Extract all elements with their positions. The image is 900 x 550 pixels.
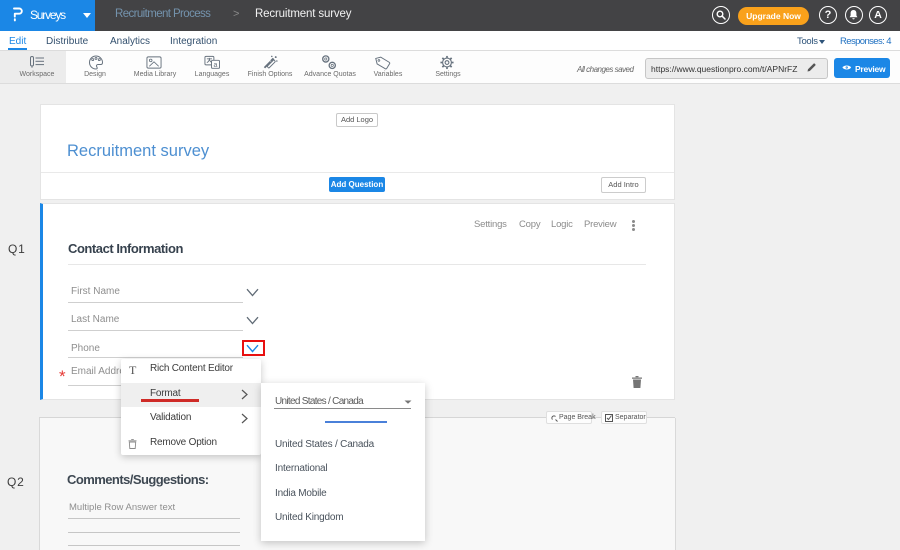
- svg-text:a: a: [214, 62, 218, 69]
